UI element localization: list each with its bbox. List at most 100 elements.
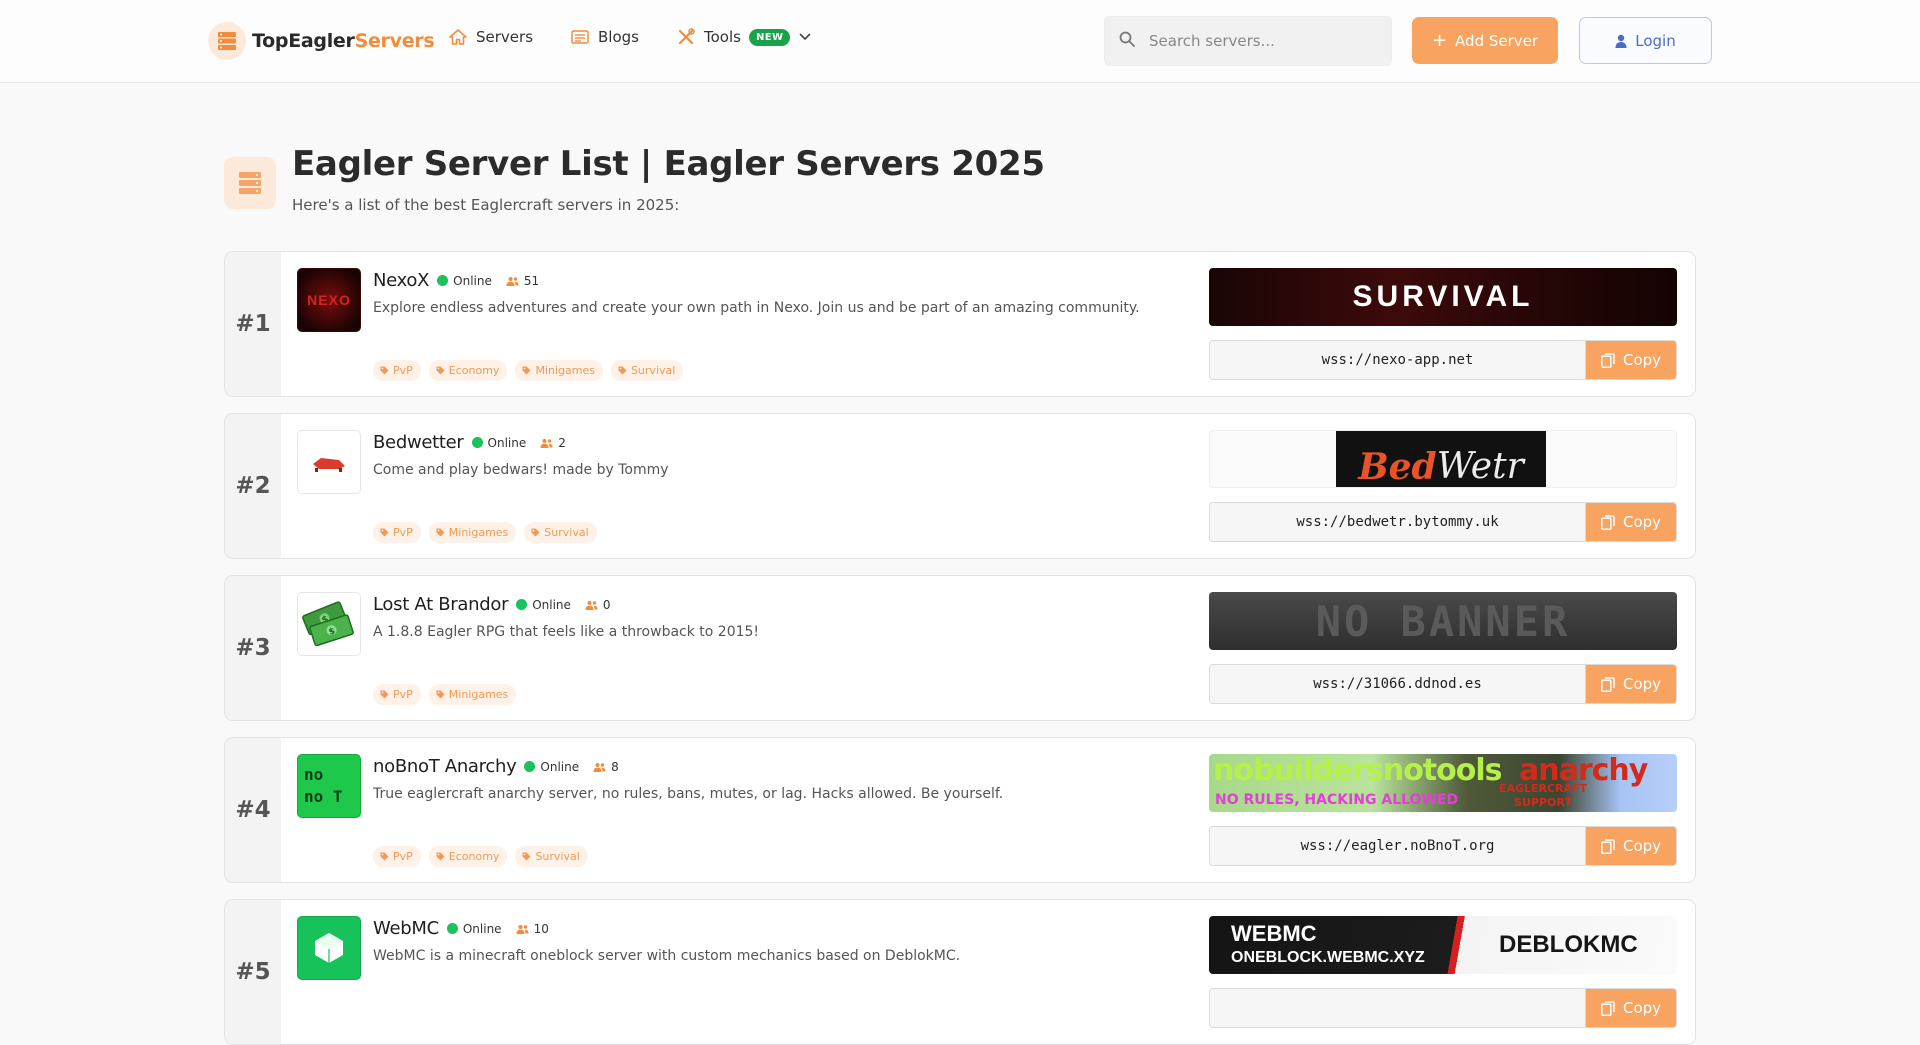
- tag-icon: [380, 852, 389, 861]
- server-status: Online: [540, 759, 580, 774]
- tag-icon: [436, 690, 445, 699]
- server-banner: nobuildersnotools anarchy NO RULES, HACK…: [1209, 754, 1677, 812]
- home-icon: [449, 29, 467, 45]
- tag-chip[interactable]: Minigames: [515, 360, 603, 381]
- tag-chip[interactable]: Survival: [524, 522, 597, 543]
- copy-ip-button[interactable]: Copy: [1586, 341, 1676, 379]
- server-description: Come and play bedwars! made by Tommy: [373, 462, 669, 478]
- plus-icon: +: [1431, 30, 1448, 51]
- tag-chip[interactable]: Economy: [428, 360, 508, 381]
- server-banner: NO BANNER: [1209, 592, 1677, 650]
- server-ip[interactable]: wss://eagler.noBnoT.org: [1210, 827, 1586, 865]
- online-status-dot: [516, 599, 528, 610]
- server-card[interactable]: #4 no no T noBnoT Anarchy Online 8 True …: [224, 737, 1696, 883]
- player-count: 0: [585, 598, 611, 612]
- server-ip[interactable]: wss://nexo-app.net: [1210, 341, 1586, 379]
- server-description: A 1.8.8 Eagler RPG that feels like a thr…: [373, 624, 760, 640]
- server-description: WebMC is a minecraft oneblock server wit…: [373, 948, 961, 964]
- tag-chip[interactable]: PvP: [373, 684, 421, 705]
- player-count: 8: [593, 760, 619, 774]
- users-icon: [540, 438, 553, 448]
- player-count: 2: [540, 436, 566, 450]
- tag-icon: [380, 366, 389, 375]
- tag-chip[interactable]: Survival: [515, 846, 588, 867]
- copy-ip-button[interactable]: Copy: [1586, 989, 1676, 1027]
- users-icon: [593, 762, 606, 772]
- server-tags: PvP Economy Minigames Survival: [373, 360, 691, 381]
- server-logo: NEXO: [297, 268, 361, 332]
- server-name[interactable]: noBnoT Anarchy: [373, 756, 517, 777]
- tag-icon: [618, 366, 627, 375]
- server-name[interactable]: Bedwetter: [373, 432, 464, 453]
- online-status-dot: [524, 761, 536, 772]
- tag-icon: [522, 366, 531, 375]
- search-box: [1104, 16, 1392, 66]
- online-status-dot: [471, 437, 483, 448]
- server-status: Online: [532, 597, 571, 612]
- search-input[interactable]: [1149, 32, 1369, 50]
- page-subtitle: Here's a list of the best Eaglercraft se…: [292, 196, 680, 214]
- tag-chip[interactable]: PvP: [373, 522, 421, 543]
- tag-chip[interactable]: Minigames: [428, 684, 517, 705]
- server-rank: #2: [225, 414, 281, 558]
- search-icon: [1119, 31, 1135, 51]
- page-title: Eagler Server List | Eagler Servers 2025: [292, 144, 1045, 184]
- tag-chip[interactable]: Minigames: [428, 522, 517, 543]
- server-card[interactable]: #5 WebMC Online 10 WebMC is a minecraft …: [224, 899, 1696, 1045]
- new-badge: NEW: [748, 28, 791, 46]
- nav-item-servers[interactable]: Servers: [449, 28, 533, 46]
- server-status: Online: [487, 435, 527, 450]
- site-logo[interactable]: TopEaglerServers: [208, 22, 435, 60]
- server-description: True eaglercraft anarchy server, no rule…: [373, 786, 1004, 802]
- server-ip-row: wss://31066.ddnod.es Copy: [1209, 664, 1677, 704]
- server-name[interactable]: WebMC: [373, 918, 439, 939]
- server-tags: PvP Minigames: [373, 684, 524, 705]
- main-nav: Servers Blogs Tools NEW: [449, 28, 849, 46]
- tag-chip[interactable]: Survival: [610, 360, 684, 381]
- server-ip-row: wss://eagler.noBnoT.org Copy: [1209, 826, 1677, 866]
- chevron-down-icon[interactable]: [799, 33, 811, 41]
- add-server-button[interactable]: + Add Server: [1412, 17, 1558, 64]
- server-logo: no no T: [297, 754, 361, 818]
- server-card[interactable]: #3 $ $ Lost At Brandor Online 0 A 1.8.8 …: [224, 575, 1696, 721]
- tag-icon: [436, 852, 445, 861]
- server-banner: WEBMC ONEBLOCK.WEBMC.XYZ DEBLOKMC: [1209, 916, 1677, 974]
- server-banner: Bed Wetr: [1209, 430, 1677, 488]
- online-status-dot: [437, 275, 449, 286]
- tag-chip[interactable]: Economy: [428, 846, 508, 867]
- server-status: Online: [453, 273, 492, 288]
- tag-chip[interactable]: PvP: [373, 846, 421, 867]
- copy-icon: [1601, 514, 1615, 530]
- tag-icon: [436, 366, 445, 375]
- nav-item-tools[interactable]: Tools NEW: [677, 28, 811, 46]
- copy-ip-button[interactable]: Copy: [1586, 503, 1676, 541]
- nav-item-blogs[interactable]: Blogs: [571, 28, 639, 46]
- users-icon: [516, 924, 529, 934]
- login-button[interactable]: Login: [1579, 17, 1712, 64]
- tag-icon: [436, 528, 445, 537]
- player-count: 10: [516, 922, 549, 936]
- server-description: Explore endless adventures and create yo…: [373, 300, 1140, 316]
- tag-chip[interactable]: PvP: [373, 360, 421, 381]
- server-rank: #4: [225, 738, 281, 882]
- users-icon: [585, 600, 598, 610]
- copy-icon: [1601, 352, 1615, 368]
- server-name[interactable]: NexoX: [373, 270, 429, 291]
- server-ip[interactable]: wss://31066.ddnod.es: [1210, 665, 1586, 703]
- copy-ip-button[interactable]: Copy: [1586, 665, 1676, 703]
- tag-icon: [522, 852, 531, 861]
- server-status: Online: [462, 921, 502, 936]
- server-logo: [297, 430, 361, 494]
- server-rank: #1: [225, 252, 281, 396]
- server-tags: PvP Economy Survival: [373, 846, 596, 867]
- copy-ip-button[interactable]: Copy: [1586, 827, 1676, 865]
- server-name[interactable]: Lost At Brandor: [373, 594, 508, 615]
- tag-icon: [380, 528, 389, 537]
- server-ip[interactable]: [1210, 989, 1586, 1027]
- server-stack-icon: [208, 22, 246, 60]
- server-card[interactable]: #1 NEXO NexoX Online 51 Explore endless …: [224, 251, 1696, 397]
- server-ip[interactable]: wss://bedwetr.bytommy.uk: [1210, 503, 1586, 541]
- copy-icon: [1601, 676, 1615, 692]
- server-tags: PvP Minigames Survival: [373, 522, 605, 543]
- server-card[interactable]: #2 Bedwetter Online 2 Come and play bedw…: [224, 413, 1696, 559]
